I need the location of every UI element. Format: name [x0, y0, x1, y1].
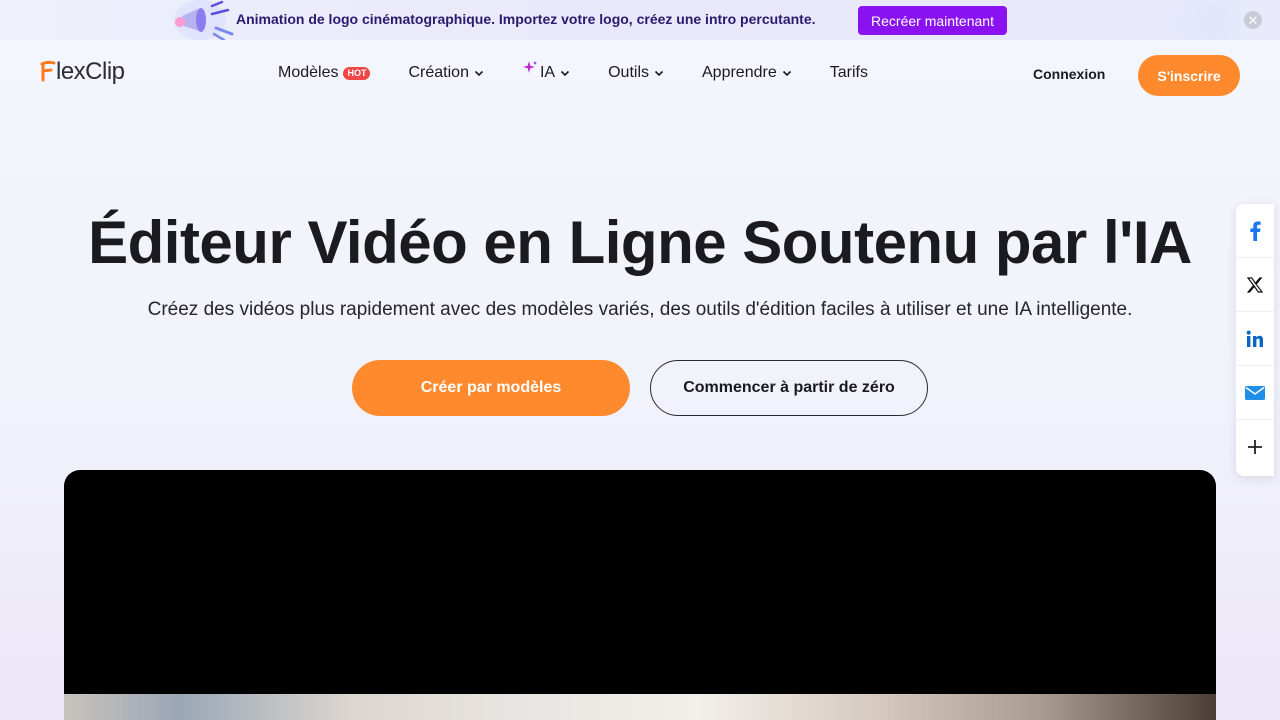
hero-subtitle: Créez des vidéos plus rapidement avec de…: [147, 299, 1133, 320]
email-icon: [1245, 385, 1265, 400]
video-preview[interactable]: [64, 470, 1216, 720]
share-x[interactable]: [1236, 258, 1274, 312]
megaphone-icon: [166, 0, 238, 42]
share-linkedin[interactable]: [1236, 312, 1274, 366]
hot-badge: HOT: [343, 66, 371, 80]
nav-creation[interactable]: Création: [408, 64, 484, 82]
chevron-down-icon: [474, 70, 484, 77]
nav-ai[interactable]: IA: [522, 61, 570, 82]
main-nav: Modèles HOT Création IA Outils Apprendre…: [278, 61, 906, 82]
flexclip-logo-icon: [40, 58, 56, 86]
start-from-scratch-button[interactable]: Commencer à partir de zéro: [650, 360, 928, 416]
logo-text: lexClip: [56, 58, 125, 85]
chevron-down-icon: [782, 70, 791, 77]
share-more[interactable]: [1236, 420, 1274, 474]
nav-pricing[interactable]: Tarifs: [830, 64, 868, 82]
create-from-templates-button[interactable]: Créer par modèles: [352, 360, 630, 416]
x-icon: [1247, 276, 1263, 293]
close-icon[interactable]: ✕: [1244, 11, 1262, 29]
nav-tools-label: Outils: [608, 64, 649, 81]
linkedin-icon: [1246, 330, 1263, 347]
promo-decoration: [1150, 0, 1240, 40]
chevron-down-icon: [561, 70, 570, 77]
nav-creation-label: Création: [408, 64, 469, 81]
nav-learn[interactable]: Apprendre: [702, 64, 792, 82]
share-sidebar: [1236, 204, 1274, 476]
page-title: Éditeur Vidéo en Ligne Soutenu par l'IA: [88, 209, 1192, 276]
nav-ai-label: IA: [539, 64, 556, 81]
promo-banner: Animation de logo cinématographique. Imp…: [0, 0, 1280, 42]
plus-icon: [1248, 440, 1262, 454]
share-email[interactable]: [1236, 366, 1274, 420]
signup-button[interactable]: S'inscrire: [1138, 55, 1240, 96]
nav-models[interactable]: Modèles HOT: [278, 64, 371, 82]
share-facebook[interactable]: [1236, 204, 1274, 258]
sparkle-icon: [522, 61, 537, 73]
chevron-down-icon: [654, 70, 664, 77]
logo[interactable]: lexClip: [40, 58, 125, 86]
nav-models-label: Modèles: [278, 64, 339, 81]
video-thumbnail-strip: [64, 694, 1216, 720]
promo-text: Animation de logo cinématographique. Imp…: [236, 11, 816, 27]
nav-tools[interactable]: Outils: [608, 64, 664, 82]
login-link[interactable]: Connexion: [1033, 66, 1105, 82]
promo-cta-button[interactable]: Recréer maintenant: [858, 6, 1007, 35]
nav-pricing-label: Tarifs: [829, 64, 868, 81]
site-header: lexClip Modèles HOT Création IA Outils A…: [0, 40, 1280, 112]
facebook-icon: [1250, 221, 1261, 241]
nav-learn-label: Apprendre: [702, 64, 777, 81]
